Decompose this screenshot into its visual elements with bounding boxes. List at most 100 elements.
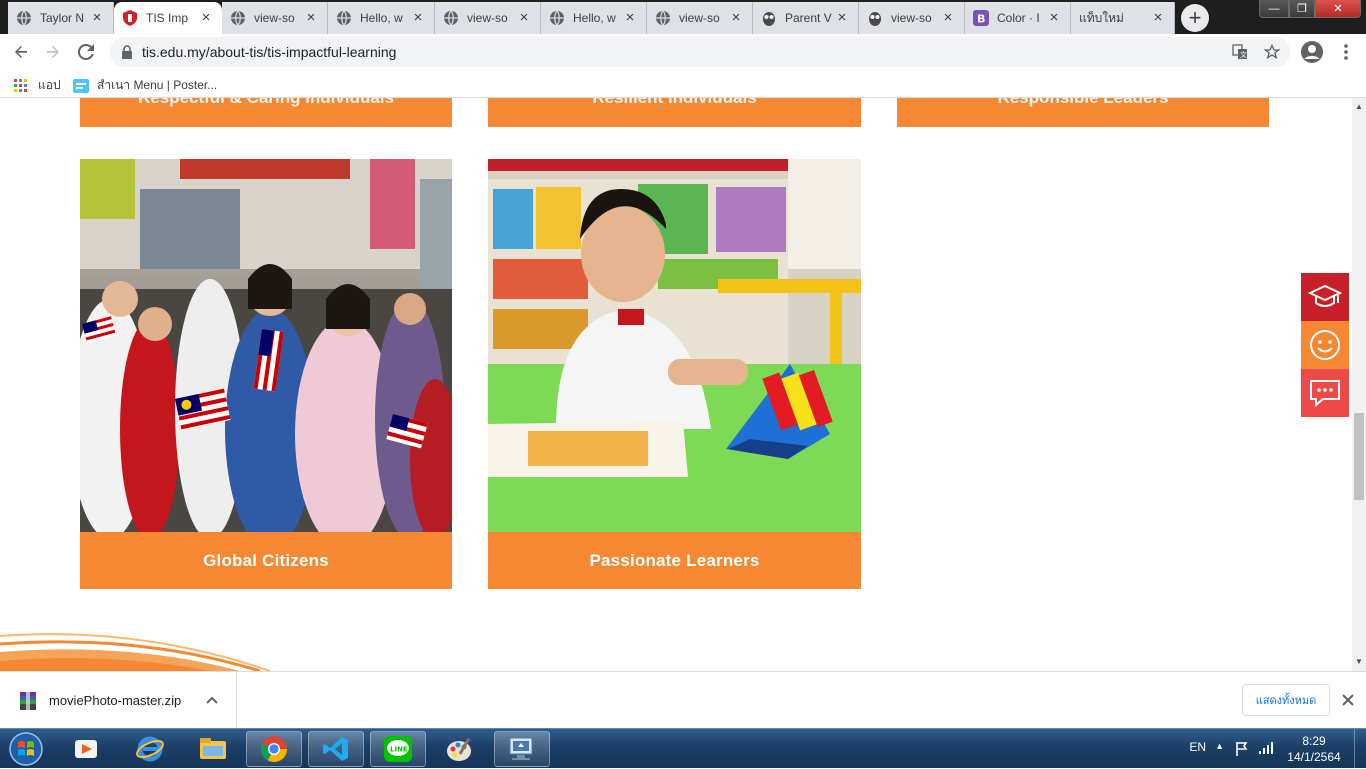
windows-taskbar: LINE EN ▲ 8:29 14/1/2564 [0, 728, 1366, 769]
browser-tab[interactable]: TIS Imp × [114, 2, 222, 34]
browser-tab[interactable]: แท็บใหม่ × [1071, 2, 1175, 34]
network-signal-icon[interactable] [1258, 741, 1274, 755]
tab-title: Taylor N [40, 11, 85, 25]
close-shelf-icon[interactable] [1342, 694, 1354, 706]
minimize-button[interactable]: — [1259, 0, 1289, 18]
card-caption[interactable]: Passionate Learners [488, 532, 861, 589]
download-file-name: moviePhoto-master.zip [49, 693, 182, 708]
browser-tab[interactable]: Parent V × [753, 2, 859, 34]
address-bar[interactable]: tis.edu.my/about-tis/tis-impactful-learn… [110, 37, 1290, 67]
profile-button[interactable] [1298, 38, 1326, 66]
close-tab-icon[interactable]: × [622, 10, 638, 26]
card-caption-text: Resilient Individuals [488, 98, 861, 108]
smiley-icon [1310, 330, 1340, 360]
show-hidden-icons-icon[interactable]: ▲ [1215, 741, 1224, 751]
chevron-up-icon[interactable] [206, 696, 218, 704]
start-button[interactable] [0, 731, 52, 767]
bookmark-apps[interactable]: แอป [14, 76, 61, 95]
bookmarks-bar: แอป สำเนา Menu | Poster... [0, 70, 1366, 98]
new-tab-button[interactable]: + [1181, 4, 1209, 32]
scroll-down-arrow-icon[interactable]: ▼ [1355, 657, 1363, 666]
back-button[interactable] [7, 38, 35, 66]
owl-icon [761, 10, 777, 26]
internet-explorer-icon [136, 736, 164, 762]
show-all-downloads-button[interactable]: แสดงทั้งหมด [1242, 684, 1330, 716]
taskbar-file-explorer[interactable] [185, 731, 241, 767]
browser-tab[interactable]: Hello, w × [541, 2, 647, 34]
globe-icon [549, 10, 565, 26]
line-icon: LINE [384, 736, 412, 762]
close-tab-icon[interactable]: × [89, 10, 105, 26]
browser-tab[interactable]: B Color · I × [965, 2, 1071, 34]
tab-title: view-so [679, 11, 720, 25]
browser-tab[interactable]: view-so × [647, 2, 753, 34]
close-tab-icon[interactable]: × [516, 10, 532, 26]
browser-tab[interactable]: Taylor N × [8, 2, 114, 34]
tab-title: view-so [467, 11, 508, 25]
tab-title: TIS Imp [146, 11, 189, 25]
taskbar-line[interactable]: LINE [370, 731, 426, 767]
card-caption-resilient[interactable]: Resilient Individuals [488, 98, 861, 127]
browser-tab[interactable]: Hello, w × [328, 2, 435, 34]
card-caption-responsible[interactable]: Responsible Leaders [897, 98, 1269, 127]
page-scrollbar[interactable]: ▲ ▼ [1352, 98, 1366, 671]
tab-title: view-so [254, 11, 295, 25]
chat-button[interactable] [1301, 369, 1349, 417]
account-icon [1301, 41, 1323, 63]
menu-button[interactable] [1332, 38, 1360, 66]
show-desktop-button[interactable] [1354, 729, 1366, 769]
forward-arrow-icon [47, 45, 59, 58]
zip-archive-icon [20, 692, 36, 710]
close-tab-icon[interactable]: × [1046, 10, 1062, 26]
enquire-button[interactable] [1301, 273, 1349, 321]
download-item[interactable]: moviePhoto-master.zip [0, 672, 237, 729]
close-tab-icon[interactable]: × [834, 10, 850, 26]
translate-icon[interactable]: 文 [1232, 44, 1248, 60]
lock-icon[interactable] [121, 45, 133, 59]
browser-tab[interactable]: view-so × [222, 2, 328, 34]
bookmark-label: สำเนา Menu | Poster... [97, 78, 218, 92]
taskbar-vscode[interactable] [308, 731, 364, 767]
bookmark-poster-menu[interactable]: สำเนา Menu | Poster... [73, 76, 217, 95]
card-caption-respectful[interactable]: Respectful & Caring Individuals [80, 98, 452, 127]
star-icon[interactable] [1264, 44, 1280, 60]
globe-icon [230, 10, 246, 26]
close-tab-icon[interactable]: × [410, 10, 426, 26]
maximize-button[interactable]: ❐ [1289, 0, 1315, 18]
browser-tab[interactable]: view-so × [859, 2, 965, 34]
paint-icon [447, 737, 471, 761]
close-tab-icon[interactable]: × [728, 10, 744, 26]
card-global-citizens[interactable]: Global Citizens [80, 159, 452, 589]
boy-with-flip-chart-photo [488, 159, 861, 532]
taskbar-paint[interactable] [432, 731, 488, 767]
card-passionate-learners[interactable]: Passionate Learners [488, 159, 861, 589]
clock-date[interactable]: 14/1/2564 [1284, 750, 1344, 764]
url-text: tis.edu.my/about-tis/tis-impactful-learn… [142, 44, 397, 60]
scrollbar-thumb[interactable] [1354, 413, 1364, 500]
scroll-up-arrow-icon[interactable]: ▲ [1355, 102, 1363, 111]
students-with-malaysian-flags-photo [80, 159, 452, 532]
action-center-flag-icon[interactable] [1234, 741, 1248, 757]
taskbar-network-tool[interactable] [494, 731, 550, 767]
network-tool-icon [509, 737, 533, 760]
svg-text:文: 文 [1240, 50, 1247, 59]
close-tab-icon[interactable]: × [303, 10, 319, 26]
taskbar-internet-explorer[interactable] [122, 731, 178, 767]
close-tab-icon[interactable]: × [940, 10, 956, 26]
clock-time[interactable]: 8:29 [1284, 734, 1344, 748]
forward-button[interactable] [39, 38, 67, 66]
card-caption[interactable]: Global Citizens [80, 532, 452, 589]
browser-tab[interactable]: view-so × [435, 2, 541, 34]
close-tab-icon[interactable]: × [198, 10, 214, 26]
svg-text:B: B [977, 13, 985, 26]
language-indicator[interactable]: EN [1189, 740, 1206, 754]
close-tab-icon[interactable]: × [1150, 10, 1166, 26]
globe-icon [336, 10, 352, 26]
file-explorer-icon [200, 738, 226, 759]
taskbar-chrome[interactable] [246, 731, 302, 767]
graduation-cap-icon [1308, 284, 1342, 307]
feedback-button[interactable] [1301, 321, 1349, 369]
reload-button[interactable] [72, 38, 100, 66]
taskbar-media-player[interactable] [58, 731, 114, 767]
close-window-button[interactable]: ✕ [1315, 0, 1361, 18]
